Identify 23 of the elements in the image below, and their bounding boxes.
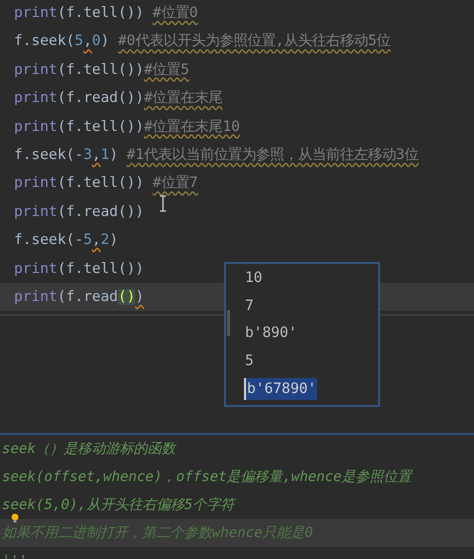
docstring-line: 如果不用二进制打开，第二个参数whence只能是0 — [2, 525, 314, 541]
docstring-line: seek（）是移动游标的函数 — [2, 441, 176, 457]
code-line: print(f.tell()) #位置7 — [14, 175, 198, 192]
code-line: print(f.tell())#位置5 — [14, 62, 190, 78]
output-line: 5 — [244, 352, 255, 371]
code-line: print(f.tell())#位置在末尾10 — [14, 118, 240, 135]
scrollbar[interactable] — [227, 310, 230, 336]
docstring-line: seek(offset,whence)，offset是偏移量,whence是参照位置 — [2, 469, 412, 485]
output-line: b'890' — [244, 324, 298, 344]
code-line: print(f.tell()) — [14, 260, 144, 277]
code-line: print(f.read()) — [14, 204, 144, 220]
output-line: 10 — [244, 268, 264, 288]
code-line: f.seek(5,0) #0代表以开头为参照位置,从头往右移动5位 — [14, 33, 391, 50]
code-line: print(f.read())#位置在末尾 — [14, 90, 223, 106]
docstring-line: seek(5,0),从开头往右偏移5个字符 — [2, 497, 235, 513]
code-line: f.seek(-5,2) — [14, 232, 118, 248]
code-line: f.seek(-3,1) #1代表以当前位置为参照，从当前往左移动3位 — [14, 146, 419, 163]
code-line: print(f.tell()) #位置0 — [14, 5, 198, 21]
code-line: print(f.read()) — [14, 288, 144, 305]
lightbulb-icon[interactable] — [11, 513, 19, 524]
docstring-line: ''' — [2, 553, 28, 559]
text-cursor-icon — [159, 195, 167, 212]
output-line: 7 — [244, 296, 255, 316]
